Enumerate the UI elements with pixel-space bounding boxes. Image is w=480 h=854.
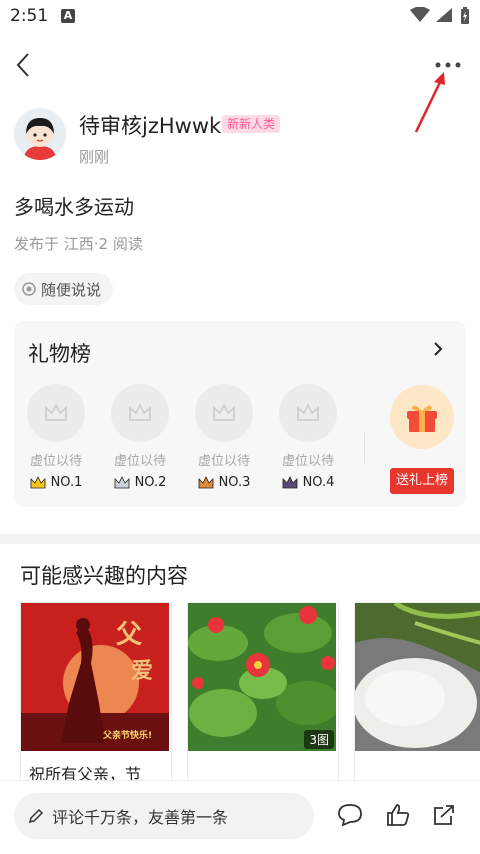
annotation-arrow: [414, 72, 445, 133]
seat-rank: NO.1: [50, 475, 83, 490]
seat-label: 虚位以待: [113, 454, 166, 469]
post-meta: 发布于 江西·2 阅读: [14, 235, 143, 253]
gift-seat-3[interactable]: 虚位以待 NO.3: [182, 384, 266, 490]
crown-placeholder-icon: [213, 402, 235, 421]
send-gift-button[interactable]: 送礼上榜: [390, 468, 454, 494]
post-content: 多喝水多运动: [14, 195, 134, 219]
crown-bronze-icon: [198, 475, 213, 488]
battery-icon: [461, 7, 469, 24]
chevron-right-icon[interactable]: [428, 339, 448, 359]
back-icon[interactable]: [10, 50, 38, 80]
crown-placeholder-icon: [297, 402, 319, 421]
seat-label: 虚位以待: [281, 454, 334, 469]
crown-gold-icon: [30, 475, 45, 488]
seat-rank: NO.3: [218, 475, 251, 490]
pencil-icon: [28, 808, 44, 824]
recommend-title: 可能感兴趣的内容: [20, 564, 188, 588]
status-bar: 2:51 A: [0, 0, 480, 34]
recommend-caption: [188, 751, 338, 761]
seat-rank: NO.2: [134, 475, 167, 490]
food-image: [355, 603, 480, 751]
gift-board-title: 礼物榜: [28, 342, 91, 366]
topic-tag[interactable]: 随便说说: [14, 273, 114, 305]
flowers-image: 3图: [188, 603, 336, 751]
topic-icon: [22, 282, 36, 296]
recommend-card[interactable]: 父 爱 父亲节快乐! 祝所有父亲，节: [20, 602, 172, 784]
crown-placeholder-icon: [45, 402, 67, 421]
signal-icon: [436, 8, 452, 22]
svg-text:父: 父: [116, 620, 143, 650]
share-icon[interactable]: [431, 803, 457, 827]
seat-label: 虚位以待: [29, 454, 82, 469]
crown-dark-icon: [282, 475, 297, 488]
app-notification-icon: A: [61, 9, 75, 23]
author-badge: 新新人类: [222, 115, 281, 133]
poster-text: 父亲节快乐!: [103, 731, 153, 741]
crown-silver-icon: [114, 475, 129, 488]
fathers-day-poster-image: 父 爱 父亲节快乐!: [21, 603, 169, 751]
section-separator: [0, 534, 480, 544]
author-name[interactable]: 待审核jzHwwk: [79, 110, 221, 140]
gift-seat-4[interactable]: 虚位以待 NO.4: [266, 384, 350, 490]
comment-placeholder: 评论千万条，友善第一条: [52, 808, 229, 827]
recommend-card[interactable]: 3图: [187, 602, 339, 782]
status-time: 2:51: [10, 6, 49, 26]
like-icon[interactable]: [385, 803, 411, 827]
crown-placeholder-icon: [129, 402, 151, 421]
avatar[interactable]: [14, 108, 66, 160]
avatar-illustration: [14, 108, 66, 160]
topic-label: 随便说说: [41, 280, 102, 299]
gift-box-icon[interactable]: [390, 385, 454, 449]
seat-rank: NO.4: [302, 475, 335, 490]
svg-text:爱: 爱: [131, 658, 153, 684]
comment-icon[interactable]: [337, 803, 363, 827]
comment-input[interactable]: 评论千万条，友善第一条: [14, 793, 314, 839]
divider: [364, 433, 365, 463]
wifi-icon: [410, 7, 430, 22]
image-count-badge: 3图: [304, 730, 334, 749]
gift-seat-2[interactable]: 虚位以待 NO.2: [98, 384, 182, 490]
seat-label: 虚位以待: [197, 454, 250, 469]
gift-board: 礼物榜 虚位以待 NO.1 虚位以待 NO.2 虚位以待 NO.3 虚位以待 N…: [14, 321, 466, 507]
recommend-card[interactable]: [354, 602, 480, 782]
recommend-caption: [355, 751, 480, 761]
bottom-bar: 评论千万条，友善第一条: [0, 780, 480, 854]
post-time: 刚刚: [79, 148, 110, 166]
gift-seat-1[interactable]: 虚位以待 NO.1: [14, 384, 98, 490]
